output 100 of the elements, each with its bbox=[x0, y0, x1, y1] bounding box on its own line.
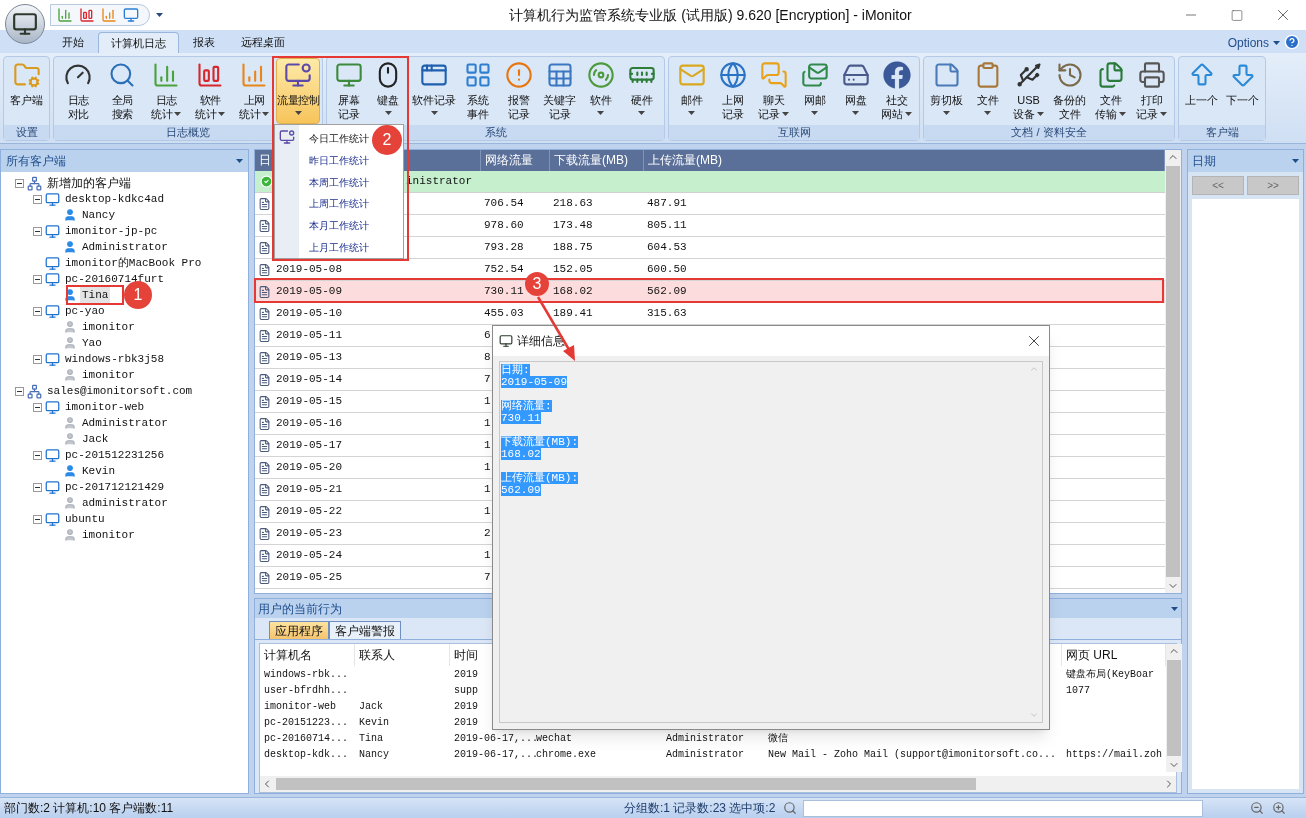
ribbon-button[interactable]: 硬件 bbox=[621, 58, 662, 124]
table-cell: 562.09 bbox=[647, 285, 687, 298]
collapse-icon[interactable] bbox=[33, 306, 42, 316]
ribbon-button[interactable]: 键盘 bbox=[369, 58, 407, 124]
column-header[interactable]: 计算机名 bbox=[264, 648, 312, 662]
column-header[interactable]: 时间 bbox=[454, 648, 478, 662]
options-button[interactable]: Options bbox=[1227, 32, 1280, 53]
collapse-icon[interactable] bbox=[33, 514, 42, 524]
ribbon-tab[interactable]: 远程桌面 bbox=[229, 32, 297, 53]
ribbon-button[interactable]: 屏幕 记录 bbox=[329, 58, 369, 124]
ribbon-button[interactable]: USB 设备 bbox=[1008, 58, 1049, 124]
ribbon-button[interactable]: 日志 统计 bbox=[144, 58, 188, 124]
tree-item[interactable]: imonitor-jp-pc bbox=[63, 222, 160, 240]
ribbon-button[interactable]: 文件 传输 bbox=[1090, 58, 1131, 124]
ribbon-button[interactable]: 邮件 bbox=[671, 58, 712, 124]
tree-item[interactable]: imonitor bbox=[80, 318, 137, 336]
ribbon-tab[interactable]: 开始 bbox=[50, 32, 96, 53]
column-header[interactable]: 网页 URL bbox=[1066, 648, 1118, 662]
tree-item[interactable]: Yao bbox=[80, 334, 104, 352]
panel-tab[interactable]: 应用程序 bbox=[269, 621, 329, 639]
ribbon-tab[interactable]: 报表 bbox=[181, 32, 227, 53]
ribbon-button[interactable]: 客户端 bbox=[6, 58, 47, 124]
collapse-icon[interactable] bbox=[15, 386, 24, 396]
tree-item[interactable]: sales@imonitorsoft.com bbox=[45, 382, 195, 400]
collapse-icon[interactable] bbox=[33, 274, 42, 284]
ribbon-button[interactable]: 上网 统计 bbox=[232, 58, 276, 124]
tree-item[interactable]: administrator bbox=[80, 494, 170, 512]
tree-item[interactable]: imonitor bbox=[80, 526, 137, 544]
ribbon-button[interactable]: 聊天 记录 bbox=[753, 58, 794, 124]
ribbon-button[interactable]: 网盘 bbox=[835, 58, 876, 124]
collapse-icon[interactable] bbox=[33, 226, 42, 236]
menu-item[interactable]: 本月工作统计 bbox=[309, 214, 369, 237]
monitor-icon[interactable] bbox=[123, 7, 139, 23]
ribbon-button[interactable]: 日志 对比 bbox=[56, 58, 100, 124]
ribbon-button[interactable]: 软件记录 bbox=[411, 58, 457, 124]
tree-item[interactable]: Kevin bbox=[80, 462, 117, 480]
tree-item[interactable]: imonitor的MacBook Pro bbox=[63, 254, 204, 272]
collapse-icon[interactable] bbox=[33, 194, 42, 204]
monitor-icon bbox=[499, 334, 513, 348]
ribbon-button[interactable]: 上一个 bbox=[1181, 58, 1222, 124]
ribbon-button[interactable]: 社交 网站 bbox=[876, 58, 917, 124]
tree-item[interactable]: Nancy bbox=[80, 206, 117, 224]
vertical-scrollbar[interactable] bbox=[1166, 644, 1182, 772]
ribbon-button[interactable]: 打印 记录 bbox=[1131, 58, 1172, 124]
panel-tab[interactable]: 客户端警报 bbox=[329, 621, 401, 639]
bar-chart-icon bbox=[240, 61, 268, 89]
ribbon-button[interactable]: 软件 bbox=[580, 58, 621, 124]
next-button[interactable]: >> bbox=[1247, 176, 1299, 195]
horizontal-scrollbar[interactable] bbox=[260, 776, 1176, 792]
ribbon-button[interactable]: 系统 事件 bbox=[457, 58, 498, 124]
ribbon-button[interactable]: 流量控制 bbox=[276, 58, 320, 124]
collapse-icon[interactable] bbox=[33, 354, 42, 364]
tree-item[interactable]: imonitor-web bbox=[63, 398, 147, 416]
ribbon-button[interactable]: 全局 搜索 bbox=[100, 58, 144, 124]
bar-chart-icon bbox=[152, 61, 180, 89]
zoom-out-icon[interactable] bbox=[1250, 801, 1264, 815]
ribbon-button[interactable]: 软件 统计 bbox=[188, 58, 232, 124]
search-field[interactable] bbox=[803, 799, 1204, 817]
tree-item[interactable]: pc-201712121429 bbox=[63, 478, 167, 496]
tree-item[interactable]: windows-rbk3j58 bbox=[63, 350, 167, 368]
menu-item[interactable]: 上月工作统计 bbox=[309, 236, 369, 259]
collapse-icon[interactable] bbox=[33, 450, 42, 460]
collapse-icon[interactable] bbox=[15, 178, 24, 188]
collapse-icon[interactable] bbox=[33, 402, 42, 412]
tree-item[interactable]: desktop-kdkc4ad bbox=[63, 190, 167, 208]
menu-item[interactable]: 上周工作统计 bbox=[309, 193, 369, 215]
ribbon-button[interactable]: 下一个 bbox=[1222, 58, 1263, 124]
table-cell: 315.63 bbox=[647, 307, 687, 320]
ribbon-button[interactable]: 报警 记录 bbox=[498, 58, 539, 124]
search-icon[interactable] bbox=[783, 801, 798, 815]
ribbon-tab[interactable]: 计算机日志 bbox=[98, 32, 179, 53]
ribbon-button[interactable]: 网邮 bbox=[794, 58, 835, 124]
tree-item[interactable]: Administrator bbox=[80, 414, 170, 432]
ribbon-button[interactable]: 文件 bbox=[967, 58, 1008, 124]
bar-chart-icon[interactable] bbox=[57, 7, 73, 23]
bar-chart-icon[interactable] bbox=[101, 7, 117, 23]
tree-item[interactable]: Jack bbox=[80, 430, 111, 448]
collapse-icon[interactable] bbox=[33, 482, 42, 492]
column-header[interactable]: 联系人 bbox=[359, 648, 395, 662]
ribbon-button[interactable]: 备份的 文件 bbox=[1049, 58, 1090, 124]
vertical-scrollbar[interactable] bbox=[1165, 150, 1181, 593]
tree-item[interactable]: pc-201512231256 bbox=[63, 446, 167, 464]
usb-icon bbox=[1014, 61, 1043, 89]
previous-button[interactable]: << bbox=[1192, 176, 1244, 195]
ribbon-button[interactable]: 关键字 记录 bbox=[539, 58, 580, 124]
ribbon-button[interactable]: 剪切板 bbox=[926, 58, 967, 124]
menu-item[interactable]: 昨日工作统计 bbox=[309, 149, 369, 172]
tree-item[interactable]: 新增加的客户端 bbox=[45, 174, 133, 192]
panel-title: 用户的当前行为 bbox=[258, 600, 342, 618]
bar-chart-icon[interactable] bbox=[79, 7, 95, 23]
help-icon[interactable] bbox=[1284, 34, 1300, 50]
zoom-in-icon[interactable] bbox=[1272, 801, 1286, 815]
tree-item[interactable]: imonitor bbox=[80, 366, 137, 384]
tree-item[interactable]: Administrator bbox=[80, 238, 170, 256]
tree-item[interactable]: ubuntu bbox=[63, 510, 107, 528]
table-cell: 455.03 bbox=[484, 307, 524, 320]
menu-item[interactable]: 本周工作统计 bbox=[309, 171, 369, 193]
ribbon-button[interactable]: 上网 记录 bbox=[712, 58, 753, 124]
table-cell-text: 2019-05-24 bbox=[276, 548, 342, 564]
tree-item[interactable]: pc-yao bbox=[63, 302, 107, 320]
